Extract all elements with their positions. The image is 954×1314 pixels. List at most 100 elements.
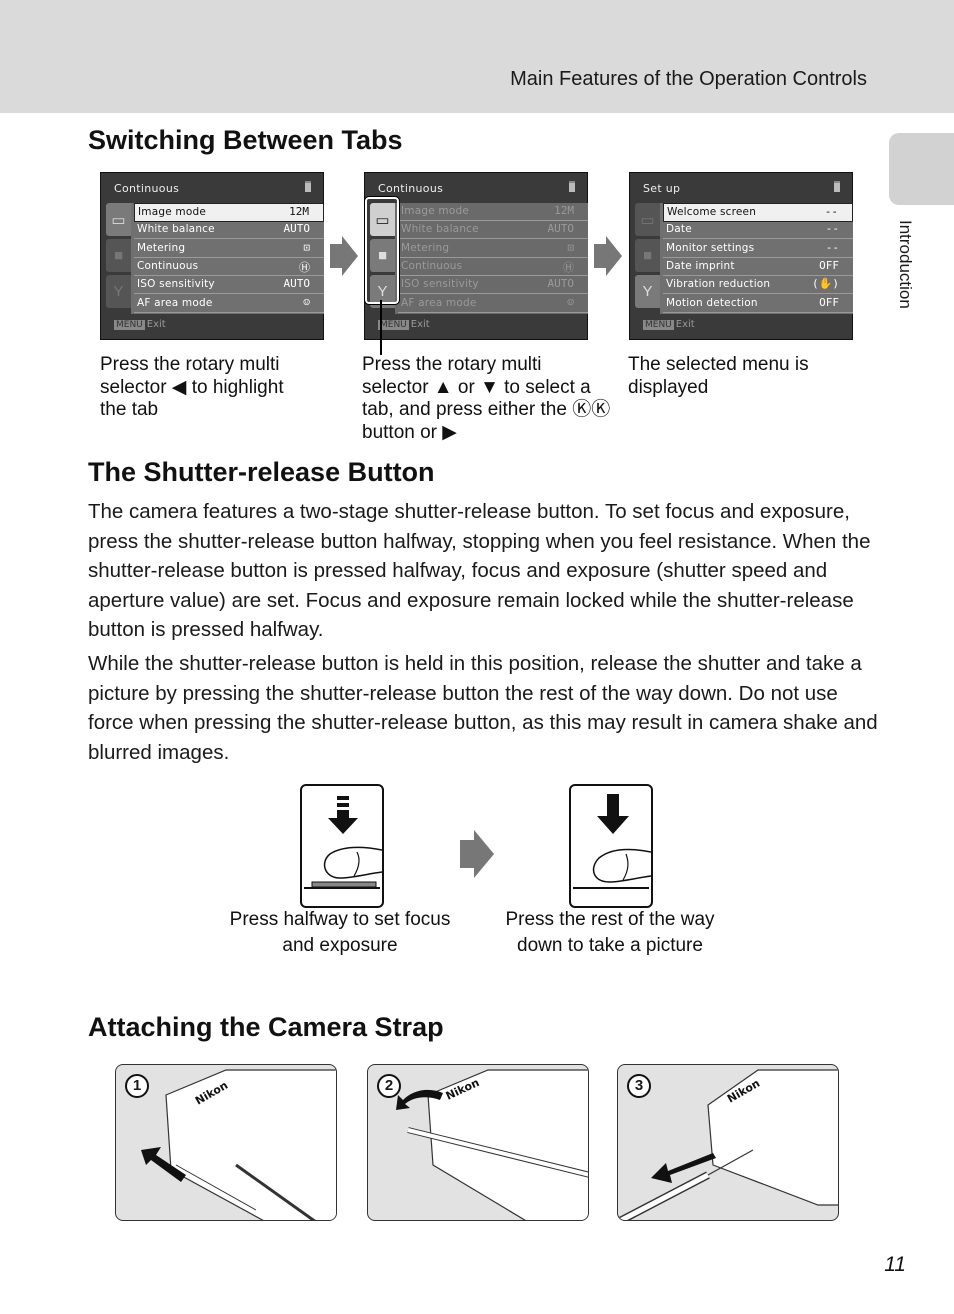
menu-item-value: OFF [819,258,839,272]
menu-item[interactable]: Continuous Ⓗ [134,258,324,276]
menu-item-label: Image mode [401,205,469,217]
menu-item[interactable]: Monitor settings -- [663,240,853,258]
menu-item[interactable]: Metering ⊡ [134,240,324,258]
heading-shutter-release: The Shutter-release Button [88,457,435,487]
menu-item-value: ☺ [303,295,310,309]
menu-key-label: MENU [643,320,674,330]
menu-footer: MENU Exit [378,319,430,330]
caption-line: Press the rest of the way [505,909,715,930]
menu-list: Welcome screen -- Date -- Monitor settin… [660,203,853,314]
shooting-menu-tab-icon[interactable]: ▭ [635,203,660,236]
menu-list: Image mode 12M White balance AUTO Meteri… [395,203,588,314]
menu-item-value: AUTO [547,222,575,236]
caption-line: button or ▶ [362,421,457,443]
menu-item-value: -- [824,205,838,218]
caption-line: Press the rotary multi [362,354,542,375]
menu-item-label: Continuous [137,259,199,272]
menu-item-value: AUTO [547,277,575,291]
menu-item[interactable]: Welcome screen -- [663,203,853,222]
menu-item-value: -- [825,240,839,254]
page-number: 11 [884,1253,906,1276]
menu-item-label: Continuous [401,259,463,272]
menu-tabs: ▭ ■ Y [634,203,661,311]
header-title: Main Features of the Operation Controls [510,68,867,90]
caption-full-press: Press the rest of the way down to take a… [490,907,730,959]
exit-label: Exit [675,319,695,330]
camera-strap-step-icon: Nikon [396,1069,588,1220]
caption-step-1: Press the rotary multi selector ◀ to hig… [100,354,340,422]
step-number: 1 [125,1074,149,1098]
heading-camera-strap: Attaching the Camera Strap [88,1012,444,1042]
heading-switching-tabs: Switching Between Tabs [88,125,403,155]
menu-item-label: Welcome screen [667,206,757,218]
menu-footer: MENU Exit [114,319,166,330]
menu-item[interactable]: Metering ⊡ [398,240,588,258]
menu-item-value: ⊡ [303,240,310,254]
chapter-label-text: Introduction [896,220,915,309]
menu-item-label: White balance [401,223,479,236]
next-arrow-icon [460,830,494,878]
setup-menu-tab-icon[interactable]: Y [106,275,131,308]
caption-line: The selected menu is [628,354,809,375]
menu-item-value: OFF [819,295,839,309]
menu-item-value: Ⓗ [299,260,310,274]
callout-leader-line [380,300,382,355]
menu-item[interactable]: Continuous Ⓗ [398,258,588,276]
caption-step-3: The selected menu is displayed [628,354,868,399]
menu-title: Continuous [378,182,444,195]
caption-line: tab, and press either the ⓀⓀ [362,399,611,420]
caption-line: displayed [628,376,709,398]
menu-item-label: Date imprint [666,259,735,272]
setup-menu-tab-icon[interactable]: Y [635,275,660,308]
menu-item-label: Metering [401,241,450,254]
strap-step-2-illustration: Nikon 2 [367,1064,589,1221]
menu-item[interactable]: Vibration reduction (✋) [663,276,853,295]
movie-menu-tab-icon[interactable]: ■ [106,239,131,272]
menu-item-value: 12M [289,205,309,218]
caption-line: selector ▲ or ▼ to select a [362,376,591,398]
caption-step-2: Press the rotary multi selector ▲ or ▼ t… [362,354,612,444]
menu-item[interactable]: AF area mode ☺ [134,295,324,313]
exit-label: Exit [146,319,166,330]
menu-title: Set up [643,182,681,195]
menu-item[interactable]: AF area mode ☺ [398,295,588,313]
menu-item[interactable]: Date -- [663,221,853,240]
body-paragraph: The camera features a two-stage shutter-… [88,500,871,641]
menu-item-label: AF area mode [401,296,477,309]
menu-item-value: 12M [554,204,574,217]
caption-line: Press halfway to set focus [229,909,451,930]
caption-line: the tab [100,399,159,420]
menu-list: Image mode 12M White balance AUTO Meteri… [131,203,324,314]
menu-item[interactable]: Image mode 12M [134,203,324,222]
camera-menu-screen: Set up ▭ ■ Y Welcome screen -- Date -- Moni… [629,172,853,340]
strap-step-3-illustration: Nikon 3 [617,1064,839,1221]
illustration-full-press [569,784,653,908]
menu-item-label: Monitor settings [666,241,755,254]
menu-item[interactable]: ISO sensitivity AUTO [398,276,588,295]
camera-strap-step-icon: Nikon [618,1069,838,1220]
caption-line: Press the rotary multi [100,354,280,375]
menu-item-value: AUTO [283,277,311,291]
menu-item-label: Metering [137,241,186,254]
menu-item-label: Vibration reduction [666,278,771,291]
chapter-label: Introduction [893,220,921,330]
menu-item-value: -- [825,222,839,236]
menu-item[interactable]: White balance AUTO [398,221,588,240]
shooting-menu-tab-icon[interactable]: ▭ [106,203,131,236]
menu-item-label: White balance [137,223,215,236]
next-arrow-icon [330,236,358,276]
menu-item-label: ISO sensitivity [401,278,479,291]
menu-item[interactable]: White balance AUTO [134,221,324,240]
camera-strap-step-icon: Nikon [141,1069,336,1220]
menu-item-value: ☺ [567,295,574,309]
caption-line: down to take a picture [517,935,703,956]
menu-item[interactable]: Motion detection OFF [663,295,853,313]
menu-item[interactable]: Image mode 12M [398,203,588,221]
menu-item[interactable]: ISO sensitivity AUTO [134,276,324,295]
menu-item-label: ISO sensitivity [137,278,215,291]
caption-line: and exposure [282,935,398,956]
step-number: 3 [627,1074,651,1098]
strap-step-1-illustration: Nikon 1 [115,1064,337,1221]
movie-menu-tab-icon[interactable]: ■ [635,239,660,272]
menu-item[interactable]: Date imprint OFF [663,258,853,276]
